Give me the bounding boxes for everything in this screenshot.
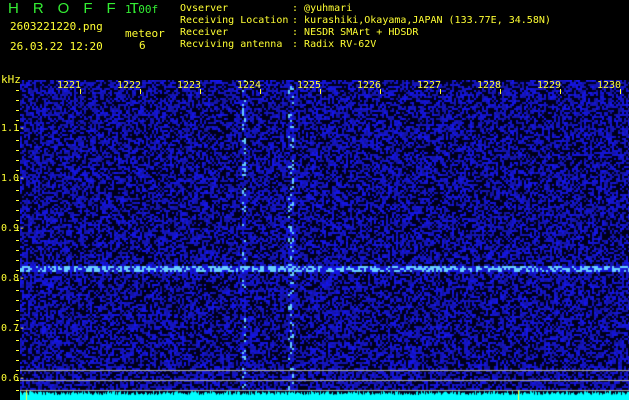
y-minor-tick [16,380,19,381]
x-tick-mark [440,89,441,94]
info-label: Receiving Location [180,15,289,26]
info-observer: Ovserver: @yuhmari [180,3,353,14]
y-tick-label: 1.1- [1,123,26,134]
y-minor-tick [16,100,19,101]
spectrogram [20,80,629,400]
y-minor-tick [16,320,19,321]
y-tick-label: 0.9- [1,223,26,234]
y-minor-tick [16,150,19,151]
y-minor-tick [16,360,19,361]
y-minor-tick [16,180,19,181]
info-antenna: Recviving antenna: Radix RV-62V [180,39,377,50]
x-tick-label: 1228 [477,80,502,91]
info-value: Radix RV-62V [304,39,377,50]
x-tick-label: 1226 [357,80,382,91]
y-minor-tick [16,290,19,291]
info-value: kurashiki,Okayama,JAPAN (133.77E, 34.58N… [304,15,551,26]
info-location: Receiving Location: kurashiki,Okayama,JA… [180,15,551,26]
y-minor-tick [16,140,19,141]
x-tick-label: 1225 [297,80,322,91]
y-minor-tick [16,170,19,171]
y-minor-tick [16,200,19,201]
x-tick-mark [380,89,381,94]
x-tick-label: 1223 [177,80,202,91]
x-tick-label: 1229 [537,80,562,91]
unit-label: kHz [1,73,21,86]
y-minor-tick [16,390,19,391]
y-minor-tick [16,280,19,281]
datetime: 26.03.22 12:20 [10,40,103,53]
x-tick-mark [500,89,501,94]
filename: 2603221220.png [10,20,103,33]
y-minor-tick [16,370,19,371]
x-tick-label: 1221 [57,80,82,91]
x-tick-mark [320,89,321,94]
y-tick-label: 1.0- [1,173,26,184]
x-tick-label: 1222 [117,80,142,91]
y-tick-label: 0.7- [1,323,26,334]
y-minor-tick [16,220,19,221]
x-tick-mark [140,89,141,94]
y-minor-tick [16,250,19,251]
x-tick-label: 1224 [237,80,262,91]
x-tick-mark [80,89,81,94]
meteor-count: 6 [139,39,146,52]
x-tick-mark [620,89,621,94]
version: 1.00f [125,3,159,16]
info-label: Recviving antenna [180,39,283,50]
y-minor-tick [16,120,19,121]
y-minor-tick [16,300,19,301]
x-tick-mark [560,89,561,94]
x-tick-label: 1230 [597,80,622,91]
y-minor-tick [16,350,19,351]
y-minor-tick [16,130,19,131]
y-minor-tick [16,230,19,231]
y-minor-tick [16,240,19,241]
y-tick-label: 0.6- [1,373,26,384]
y-minor-tick [16,260,19,261]
info-receiver: Receiver: NESDR SMArt + HDSDR [180,27,419,38]
y-minor-tick [16,190,19,191]
y-minor-tick [16,90,19,91]
x-tick-label: 1227 [417,80,442,91]
info-label: Ovserver [180,3,229,14]
y-minor-tick [16,310,19,311]
y-minor-tick [16,160,19,161]
y-minor-tick [16,340,19,341]
info-label: Receiver [180,27,229,38]
y-minor-tick [16,330,19,331]
y-minor-tick [16,210,19,211]
info-value: NESDR SMArt + HDSDR [304,27,419,38]
y-tick-label: 0.8- [1,273,26,284]
x-tick-mark [260,89,261,94]
info-value: @yuhmari [304,3,353,14]
x-tick-mark [200,89,201,94]
y-minor-tick [16,110,19,111]
y-minor-tick [16,270,19,271]
